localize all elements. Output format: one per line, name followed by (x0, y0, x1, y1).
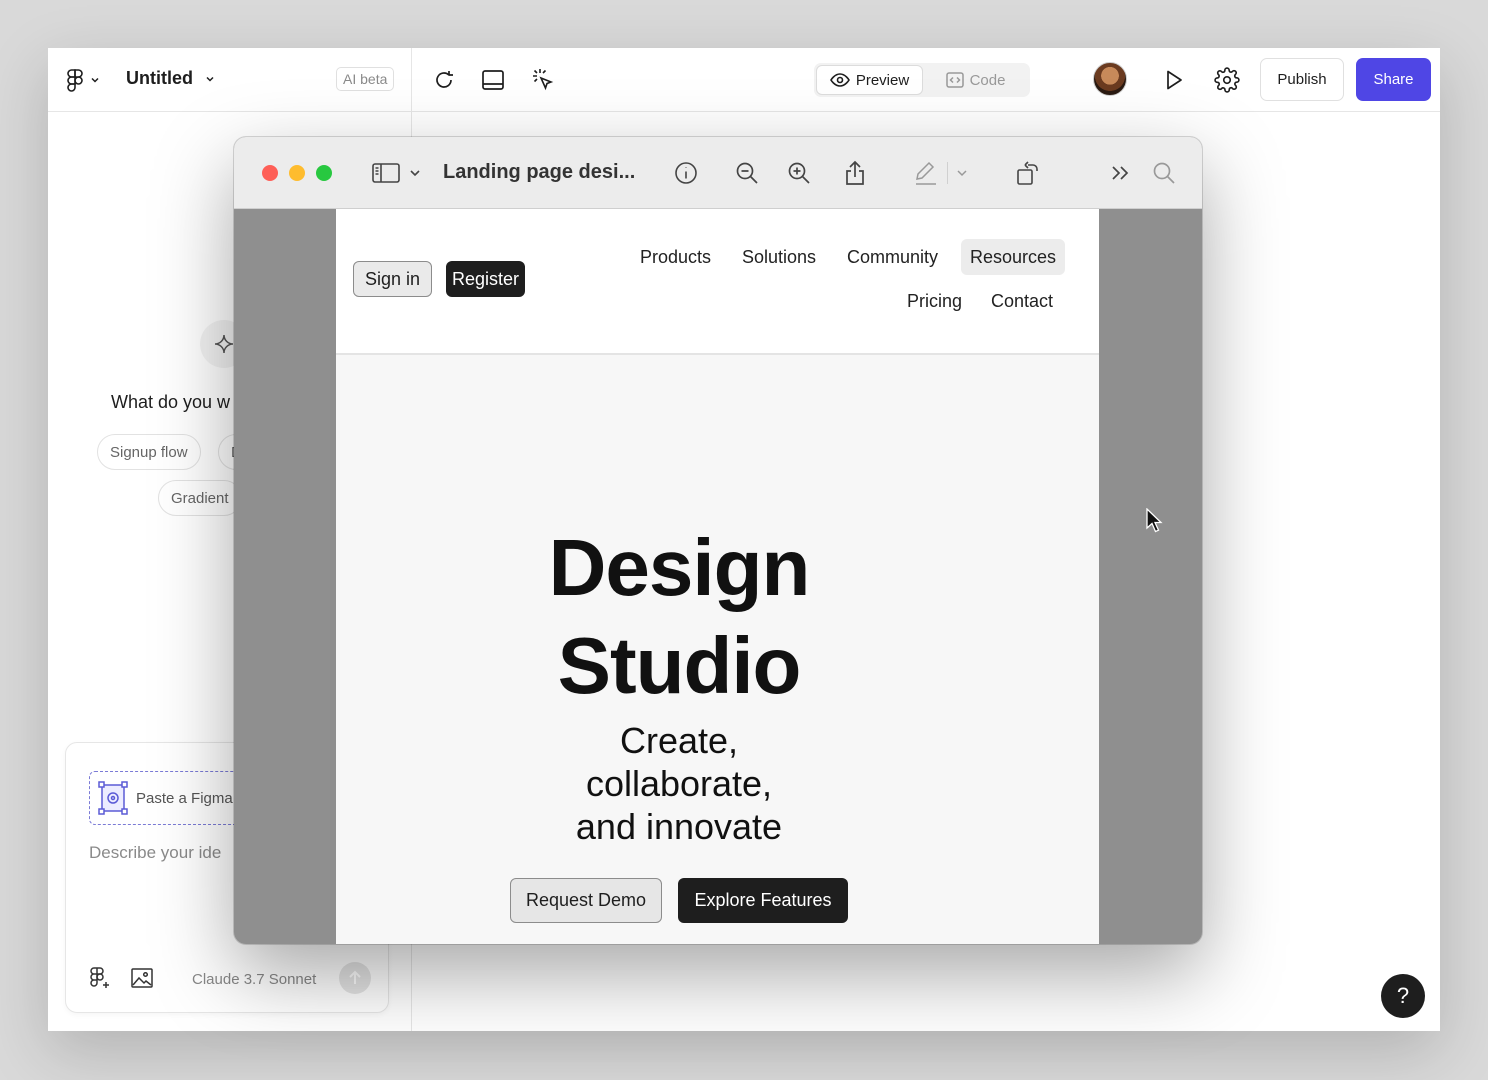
file-title: Untitled (126, 68, 193, 88)
rotate-icon (1017, 161, 1038, 185)
paste-figma-label: Paste a Figma (136, 789, 233, 807)
more-tools-button[interactable] (1104, 157, 1136, 189)
attach-image-button[interactable] (129, 965, 155, 991)
share-icon (846, 160, 864, 185)
landing-page-preview: Sign in Register Products Solutions Comm… (336, 209, 1099, 944)
settings-button[interactable] (1212, 65, 1242, 95)
share-button[interactable]: Share (1356, 58, 1431, 101)
layout-toggle-button[interactable] (478, 65, 508, 95)
play-button[interactable] (1159, 65, 1189, 95)
preview-window-toolbar: Landing page desi... (234, 137, 1202, 209)
maximize-window-button[interactable] (316, 165, 332, 181)
chevron-down-icon (206, 76, 214, 82)
hero-title-line: Design (548, 523, 811, 612)
nav-link-solutions[interactable]: Solutions (733, 239, 825, 275)
nav-link-resources[interactable]: Resources (961, 239, 1066, 275)
double-chevron-right-icon (1112, 166, 1129, 180)
view-mode-toggle: Preview Code (814, 63, 1030, 97)
minimize-window-button[interactable] (289, 165, 305, 181)
suggestion-chip[interactable]: Signup flow (97, 434, 201, 470)
nav-link-contact[interactable]: Contact (982, 283, 1062, 319)
cursor-sparkle-icon (533, 69, 554, 91)
nav-link-pricing[interactable]: Pricing (898, 283, 971, 319)
user-avatar[interactable] (1093, 62, 1127, 96)
request-demo-button[interactable]: Request Demo (510, 878, 662, 923)
code-tab[interactable]: Code (923, 65, 1028, 95)
figma-add-icon (90, 967, 109, 988)
zoom-in-button[interactable] (783, 157, 815, 189)
figma-logo-icon (67, 69, 83, 92)
panel-layout-icon (482, 70, 504, 90)
register-button[interactable]: Register (446, 261, 526, 297)
publish-button[interactable]: Publish (1260, 58, 1344, 101)
preview-window: Landing page desi... Sign in Register Pr… (234, 137, 1202, 944)
prompt-question: What do you w (111, 392, 231, 412)
zoom-in-icon (788, 162, 810, 184)
eye-icon (829, 73, 850, 87)
attach-figma-button[interactable] (87, 965, 113, 991)
chevron-down-icon (91, 77, 99, 83)
nav-link-community[interactable]: Community (838, 239, 947, 275)
hero-subtitle-line: Create, (619, 720, 739, 761)
figma-frame-icon (98, 781, 128, 815)
nav-link-products[interactable]: Products (631, 239, 720, 275)
site-header: Sign in Register Products Solutions Comm… (336, 209, 1099, 355)
top-toolbar: Untitled AI beta Preview Code Publish Sh… (48, 48, 1440, 112)
image-icon (131, 968, 153, 988)
markup-button[interactable] (910, 157, 970, 189)
help-button[interactable]: ? (1381, 974, 1425, 1018)
suggestion-chip[interactable]: Gradient (158, 480, 242, 516)
gear-icon (1214, 67, 1240, 93)
main-menu-button[interactable] (66, 68, 100, 92)
send-button[interactable] (339, 962, 371, 994)
pencil-icon (915, 161, 936, 185)
ai-beta-badge: AI beta (336, 67, 395, 91)
info-button[interactable] (670, 157, 702, 189)
chevron-down-icon (956, 170, 967, 177)
sign-in-button[interactable]: Sign in (353, 261, 433, 297)
hero-title: Design Studio (336, 519, 1022, 715)
select-element-button[interactable] (528, 65, 558, 95)
code-icon (945, 72, 964, 88)
sidebar-icon (372, 163, 400, 183)
hero-subtitle: Create, collaborate, and innovate (336, 719, 1022, 848)
hero-title-line: Studio (557, 621, 802, 710)
arrow-up-icon (349, 970, 361, 984)
share-sheet-button[interactable] (839, 157, 871, 189)
preview-tab[interactable]: Preview (816, 65, 923, 95)
refresh-icon (436, 71, 453, 88)
sparkle-icon (214, 334, 234, 354)
code-label: Code (969, 71, 1006, 89)
play-icon (1167, 70, 1182, 90)
model-selector[interactable]: Claude 3.7 Sonnet (192, 971, 316, 988)
close-window-button[interactable] (262, 165, 278, 181)
sidebar-toggle-button[interactable] (368, 157, 426, 189)
search-button[interactable] (1148, 157, 1180, 189)
chevron-down-icon (410, 170, 420, 177)
zoom-out-icon (736, 162, 758, 184)
mouse-pointer-icon (1146, 508, 1163, 533)
rotate-button[interactable] (1012, 157, 1044, 189)
prompt-input[interactable]: Describe your ide (89, 843, 221, 863)
preview-label: Preview (855, 71, 910, 89)
zoom-out-button[interactable] (731, 157, 763, 189)
explore-features-button[interactable]: Explore Features (678, 878, 848, 923)
info-icon (675, 162, 697, 184)
preview-window-title: Landing page desi... (443, 161, 636, 183)
hero-subtitle-line: and innovate (575, 806, 783, 847)
refresh-button[interactable] (429, 65, 459, 95)
hero-subtitle-line: collaborate, (585, 763, 773, 804)
file-title-dropdown[interactable]: Untitled (126, 68, 215, 89)
search-icon (1153, 162, 1175, 184)
